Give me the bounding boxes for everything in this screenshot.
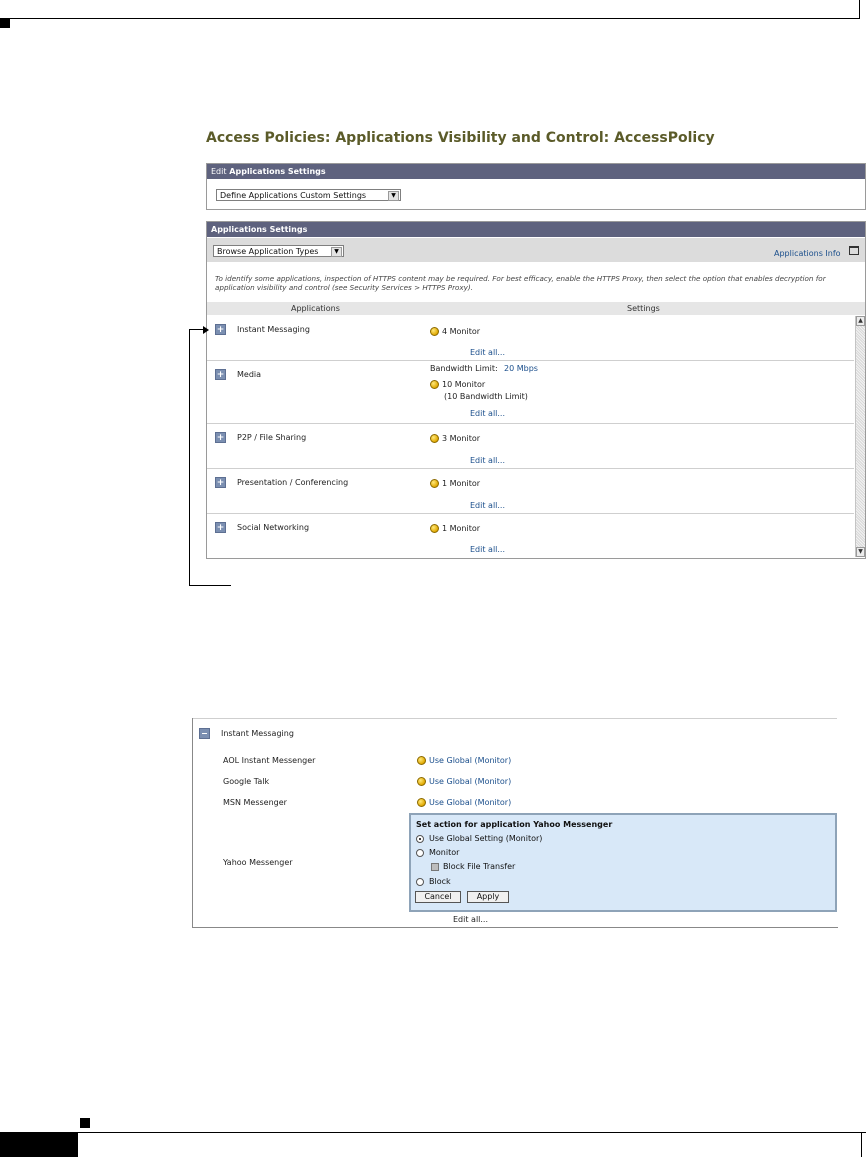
monitor-status-icon — [430, 524, 439, 533]
expand-plus-icon[interactable]: + — [215, 432, 226, 443]
monitor-status-icon — [417, 777, 426, 786]
applications-scrollbar[interactable]: ▲ ▼ — [855, 316, 865, 557]
settings-column-label: Settings — [627, 304, 660, 313]
application-name: AOL Instant Messenger — [223, 756, 316, 765]
bandwidth-limit-label: Bandwidth Limit: — [430, 364, 498, 373]
set-action-popup: Set action for application Yahoo Messeng… — [409, 813, 837, 912]
block-file-transfer-checkbox[interactable] — [431, 863, 439, 871]
popup-window-icon[interactable] — [849, 246, 859, 255]
category-row: + Social Networking 1 Monitor Edit all..… — [207, 514, 854, 557]
applications-toolbar: Browse Application Types ▼ Applications … — [207, 238, 865, 262]
category-row: + Instant Messaging 4 Monitor Edit all..… — [207, 316, 854, 360]
scroll-up-button[interactable]: ▲ — [856, 316, 865, 326]
applications-settings-header: Applications Settings — [207, 222, 865, 237]
use-global-radio[interactable] — [416, 835, 424, 843]
application-setting-link[interactable]: Use Global (Monitor) — [429, 777, 511, 786]
monitor-radio[interactable] — [416, 849, 424, 857]
scroll-down-button[interactable]: ▼ — [856, 547, 865, 557]
edit-all-link[interactable]: Edit all... — [470, 409, 505, 418]
category-row: + P2P / File Sharing 3 Monitor Edit all.… — [207, 424, 854, 468]
category-setting: 10 Monitor — [442, 380, 486, 389]
block-file-transfer-label: Block File Transfer — [443, 862, 516, 871]
page-top-rule-tick — [859, 0, 860, 19]
use-global-label: Use Global Setting (Monitor) — [429, 834, 543, 843]
page-top-rule — [0, 18, 860, 19]
expand-plus-icon[interactable]: + — [215, 324, 226, 335]
chevron-down-icon: ▼ — [331, 247, 342, 257]
apply-button[interactable]: Apply — [467, 891, 509, 903]
expanded-top-border — [193, 718, 837, 719]
applications-column-header: Applications Settings — [207, 302, 865, 315]
block-radio[interactable] — [416, 878, 424, 886]
page-bottom-rule — [0, 1132, 866, 1133]
monitor-status-icon — [430, 380, 439, 389]
page-corner-marker — [0, 19, 10, 28]
page-footer-marker — [80, 1118, 90, 1128]
popup-title: Set action for application Yahoo Messeng… — [416, 820, 613, 829]
application-name: Yahoo Messenger — [223, 858, 293, 867]
callout-arrow-icon — [203, 326, 209, 334]
custom-settings-select-value: Define Applications Custom Settings — [220, 191, 367, 200]
category-setting: 4 Monitor — [442, 327, 481, 336]
category-setting: 3 Monitor — [442, 434, 481, 443]
chevron-down-icon: ▼ — [388, 191, 399, 201]
category-name: Instant Messaging — [237, 325, 310, 334]
application-setting-link[interactable]: Use Global (Monitor) — [429, 798, 511, 807]
collapse-minus-icon[interactable] — [199, 728, 210, 739]
bandwidth-limit-count: (10 Bandwidth Limit) — [444, 392, 528, 401]
category-name: Media — [237, 370, 262, 379]
monitor-status-icon — [417, 756, 426, 765]
page-footer-block — [0, 1133, 78, 1157]
page-title: Access Policies: Applications Visibility… — [206, 130, 715, 146]
monitor-label: Monitor — [429, 848, 460, 857]
page-bottom-rule-tick — [861, 1133, 862, 1157]
monitor-status-icon — [417, 798, 426, 807]
edit-settings-header-title: Applications Settings — [229, 167, 326, 176]
bandwidth-limit-link[interactable]: 20 Mbps — [504, 364, 538, 373]
custom-settings-select[interactable]: Define Applications Custom Settings ▼ — [216, 189, 401, 201]
edit-all-link[interactable]: Edit all... — [470, 348, 505, 357]
edit-all-link[interactable]: Edit all... — [470, 456, 505, 465]
category-name: Presentation / Conferencing — [237, 478, 349, 487]
expanded-category-panel: Instant Messaging AOL Instant Messenger … — [192, 718, 838, 928]
category-row: + Media Bandwidth Limit: 20 Mbps 10 Moni… — [207, 361, 854, 423]
category-setting: 1 Monitor — [442, 524, 481, 533]
browse-application-types-value: Browse Application Types — [217, 247, 319, 256]
monitor-status-icon — [430, 327, 439, 336]
edit-all-link[interactable]: Edit all... — [470, 501, 505, 510]
edit-settings-header-prefix: Edit — [211, 167, 227, 176]
expand-plus-icon[interactable]: + — [215, 477, 226, 488]
applications-settings-panel: Applications Settings Browse Application… — [206, 221, 866, 559]
block-label: Block — [429, 877, 451, 886]
edit-settings-header: Edit Applications Settings — [207, 164, 865, 179]
category-setting: 1 Monitor — [442, 479, 481, 488]
application-name: MSN Messenger — [223, 798, 287, 807]
callout-vertical-line — [189, 330, 190, 586]
category-name: Social Networking — [237, 523, 310, 532]
category-name: P2P / File Sharing — [237, 433, 307, 442]
callout-bottom-line — [189, 585, 231, 586]
edit-settings-panel: Edit Applications Settings Define Applic… — [206, 163, 866, 210]
application-setting-link[interactable]: Use Global (Monitor) — [429, 756, 511, 765]
monitor-status-icon — [430, 479, 439, 488]
expanded-category-name: Instant Messaging — [221, 729, 294, 738]
application-name: Google Talk — [223, 777, 270, 786]
applications-info-link[interactable]: Applications Info — [774, 249, 841, 258]
applications-column-label: Applications — [291, 304, 340, 313]
edit-all-link[interactable]: Edit all... — [470, 545, 505, 554]
cancel-button[interactable]: Cancel — [415, 891, 461, 903]
browse-application-types-select[interactable]: Browse Application Types ▼ — [213, 245, 344, 257]
category-row: + Presentation / Conferencing 1 Monitor … — [207, 469, 854, 513]
expand-plus-icon[interactable]: + — [215, 522, 226, 533]
edit-all-link[interactable]: Edit all... — [453, 915, 488, 924]
expand-plus-icon[interactable]: + — [215, 369, 226, 380]
monitor-status-icon — [430, 434, 439, 443]
https-proxy-note: To identify some applications, inspectio… — [215, 274, 826, 292]
